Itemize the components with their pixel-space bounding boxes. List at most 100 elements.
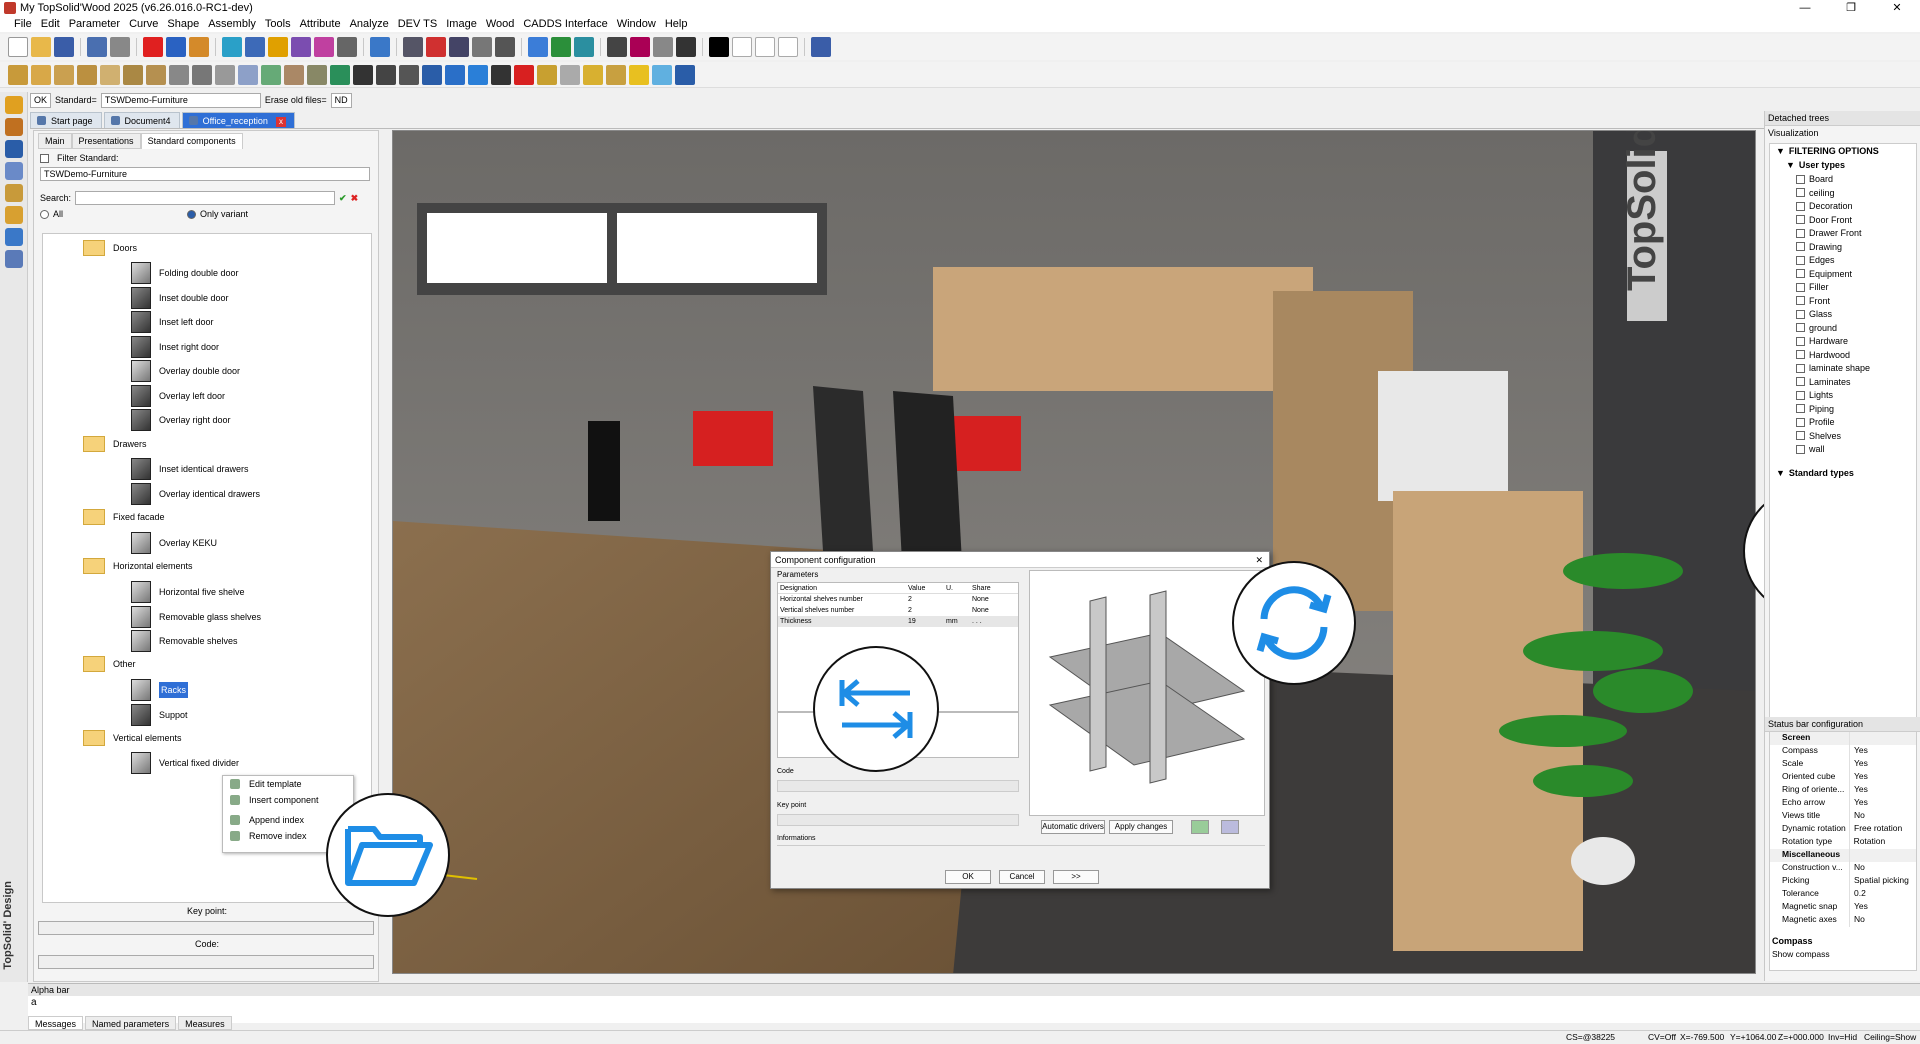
prop-row[interactable]: Magnetic snap Yes	[1770, 901, 1916, 914]
prop-row[interactable]: Compass Yes	[1770, 745, 1916, 758]
prop-value[interactable]: Yes	[1850, 784, 1868, 797]
cell[interactable]: 2	[906, 594, 944, 605]
wood-drill-icon[interactable]	[123, 64, 143, 85]
layers-icon[interactable]	[811, 37, 831, 57]
menu-curve[interactable]: Curve	[129, 18, 158, 30]
prop-value[interactable]: No	[1850, 862, 1865, 875]
checkbox-icon[interactable]	[1796, 296, 1805, 305]
standard-select[interactable]: TSWDemo-Furniture	[100, 92, 261, 108]
hatch-icon[interactable]	[491, 64, 511, 85]
fit-view-icon[interactable]	[551, 37, 571, 57]
prop-value[interactable]: Yes	[1850, 771, 1868, 784]
user-type-item[interactable]: Board	[1796, 174, 1833, 184]
key-point-select[interactable]	[38, 921, 374, 935]
automatic-drivers-button[interactable]: Automatic drivers	[1041, 820, 1105, 834]
tab-document4[interactable]: Document4	[103, 112, 180, 128]
tab-standard-components[interactable]: Standard components	[140, 133, 243, 149]
checkbox-icon[interactable]	[1796, 336, 1805, 346]
alpha-bar-input[interactable]: a	[28, 996, 1920, 1009]
prop-value[interactable]: Yes	[1850, 745, 1868, 758]
eraser-icon[interactable]	[189, 37, 209, 57]
tree-item[interactable]: Overlay double door	[131, 360, 240, 382]
table-row[interactable]: Horizontal shelves number 2 None	[778, 594, 1018, 605]
tree-folder-horizontal[interactable]: Horizontal elements	[83, 558, 193, 574]
radio-all[interactable]	[40, 209, 49, 219]
tree-item[interactable]: Inset double door	[131, 287, 229, 309]
tree-item[interactable]: Inset right door	[131, 336, 219, 358]
new-file-icon[interactable]	[8, 37, 28, 57]
refresh-preview-icon[interactable]	[1191, 820, 1209, 834]
tree-item[interactable]: Inset left door	[131, 311, 214, 333]
save-icon[interactable]	[54, 37, 74, 57]
code-field[interactable]	[777, 780, 1019, 792]
checkbox-icon[interactable]	[1796, 242, 1805, 251]
menu-attribute[interactable]: Attribute	[300, 18, 341, 30]
checkbox-icon[interactable]	[1796, 323, 1805, 332]
view-icon[interactable]	[574, 37, 594, 57]
select-icon[interactable]	[403, 37, 423, 57]
user-type-item[interactable]: Lights	[1796, 390, 1833, 400]
search-input[interactable]	[75, 191, 336, 205]
ok-button[interactable]: OK	[945, 870, 991, 884]
cell[interactable]: 2	[906, 605, 944, 616]
prop-value[interactable]: No	[1850, 810, 1865, 823]
user-type-item[interactable]: Piping	[1796, 404, 1834, 414]
confirm-icon[interactable]: ✔	[339, 193, 347, 204]
prop-row[interactable]: Tolerance 0.2	[1770, 888, 1916, 901]
wood-joint-icon[interactable]	[100, 64, 120, 85]
menu-window[interactable]: Window	[617, 18, 656, 30]
checkbox-icon[interactable]	[1796, 350, 1805, 359]
user-type-item[interactable]: Laminates	[1796, 377, 1851, 387]
standard-types-node[interactable]: ▼ Standard types	[1776, 468, 1854, 478]
filter-rail-icon[interactable]	[5, 228, 23, 246]
prop-row[interactable]: Dynamic rotation Free rotation	[1770, 823, 1916, 836]
user-type-item[interactable]: Edges	[1796, 255, 1835, 265]
tree-item[interactable]: Suppot	[131, 704, 188, 726]
user-type-item[interactable]: Shelves	[1796, 431, 1841, 441]
prop-value[interactable]: Yes	[1850, 758, 1868, 771]
menu-cadds-interface[interactable]: CADDS Interface	[523, 18, 607, 30]
prop-row[interactable]: Ring of oriente... Yes	[1770, 784, 1916, 797]
hardware-icon[interactable]	[261, 64, 281, 85]
prop-value[interactable]: Spatial picking	[1850, 875, 1909, 888]
filter-checkbox[interactable]	[40, 153, 49, 163]
wood-panel-icon[interactable]	[31, 64, 51, 85]
wood-cut-icon[interactable]	[146, 64, 166, 85]
user-type-item[interactable]: Drawing	[1796, 242, 1842, 252]
delete-icon[interactable]	[143, 37, 163, 57]
tab-messages[interactable]: Messages	[28, 1016, 84, 1030]
checkbox-icon[interactable]	[1796, 309, 1805, 319]
prop-value[interactable]: Yes	[1850, 797, 1868, 810]
line-style-icon[interactable]	[755, 37, 775, 57]
tree-folder-other[interactable]: Other	[83, 656, 136, 672]
tree-folder-doors[interactable]: Doors	[83, 240, 137, 256]
checkbox-icon[interactable]	[1796, 188, 1805, 197]
prop-row[interactable]: Construction v... No	[1770, 862, 1916, 875]
landscape-icon[interactable]	[330, 64, 350, 85]
prop-row[interactable]: Oriented cube Yes	[1770, 771, 1916, 784]
tree-item[interactable]: Inset identical drawers	[131, 458, 249, 480]
pencil-icon[interactable]	[676, 37, 696, 57]
prop-value[interactable]: Rotation aroun...	[1850, 836, 1916, 856]
material-icon[interactable]	[560, 64, 580, 85]
checkbox-icon[interactable]	[1796, 444, 1805, 454]
checkbox-icon[interactable]	[1796, 390, 1805, 400]
menu-insert-component[interactable]: Insert component	[223, 792, 353, 808]
user-type-item[interactable]: wall	[1796, 444, 1825, 454]
tree-item[interactable]: Removable shelves	[131, 630, 238, 652]
assembly-icon[interactable]	[284, 64, 304, 85]
tab-start-page[interactable]: Start page	[30, 112, 102, 128]
prop-row[interactable]: Scale Yes	[1770, 758, 1916, 771]
table-row[interactable]: Thickness 19 mm . . .	[778, 616, 1018, 627]
prop-value[interactable]: No	[1850, 914, 1865, 927]
tab-main[interactable]: Main	[38, 133, 72, 149]
project-icon[interactable]	[514, 64, 534, 85]
sheet-icon[interactable]	[399, 64, 419, 85]
gear-icon[interactable]	[606, 64, 626, 85]
mdf-icon[interactable]	[537, 64, 557, 85]
export-icon[interactable]	[87, 37, 107, 57]
user-type-item[interactable]: laminate shape	[1796, 363, 1870, 373]
checkbox-icon[interactable]	[1796, 417, 1805, 427]
print-icon[interactable]	[110, 37, 130, 57]
tab-presentations[interactable]: Presentations	[71, 133, 141, 149]
